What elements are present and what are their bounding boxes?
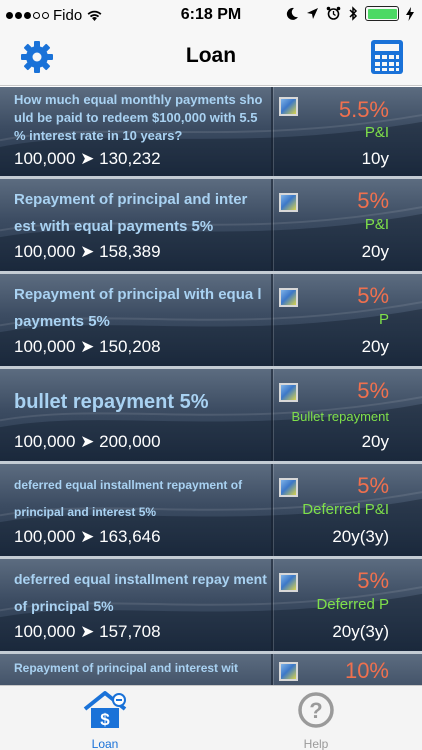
repayment-type: Deferred P	[316, 596, 389, 613]
loan-title: deferred equal installment repayment of …	[14, 478, 243, 519]
interest-rate: 5%	[357, 473, 389, 498]
loan-row[interactable]: deferred equal installment repay ment of…	[0, 559, 422, 654]
loan-row[interactable]: Repayment of principal and inter est wit…	[0, 179, 422, 274]
loan-row[interactable]: Repayment of principal with equa l payme…	[0, 274, 422, 369]
loan-row[interactable]: How much equal monthly payments sho uld …	[0, 87, 422, 179]
select-checkbox-icon[interactable]	[279, 193, 298, 212]
repayment-type: P	[378, 311, 389, 328]
interest-rate: 5%	[357, 378, 389, 403]
moon-icon	[286, 7, 298, 20]
location-arrow-icon	[307, 8, 318, 19]
svg-text:$: $	[100, 710, 110, 729]
select-checkbox-icon[interactable]	[279, 573, 298, 592]
tab-help[interactable]: ? Help	[266, 690, 366, 750]
status-right	[285, 6, 414, 21]
loan-amount: 100,000 ➤ 157,708	[14, 622, 161, 641]
tab-loan[interactable]: $ Loan	[55, 690, 155, 750]
tab-loan-label: Loan	[91, 737, 119, 750]
select-checkbox-icon[interactable]	[279, 288, 298, 307]
alarm-icon	[326, 6, 341, 20]
row-divider	[271, 369, 273, 461]
page-title: Loan	[185, 44, 237, 67]
row-divider	[271, 654, 273, 685]
row-divider	[271, 274, 273, 366]
loan-title: deferred equal installment repay ment of…	[14, 571, 267, 614]
loan-term: 20y(3y)	[332, 622, 389, 641]
loan-title: How much equal monthly payments sho uld …	[14, 92, 263, 143]
select-checkbox-icon[interactable]	[279, 97, 298, 116]
repayment-type: Bullet repayment	[291, 409, 389, 424]
row-divider	[271, 559, 273, 651]
bluetooth-icon	[349, 6, 358, 21]
tab-bar: $ Loan ? Help	[0, 685, 422, 750]
loan-title: Repayment of principal and interest wit	[14, 661, 239, 675]
navigation-bar: Loan	[0, 30, 422, 86]
loan-term: 20y	[361, 432, 389, 451]
loan-term: 20y	[361, 337, 389, 356]
select-checkbox-icon[interactable]	[279, 662, 298, 681]
loan-list[interactable]: How much equal monthly payments sho uld …	[0, 87, 422, 685]
charging-bolt-icon	[406, 6, 414, 21]
loan-title: bullet repayment 5%	[14, 391, 209, 413]
loan-title: Repayment of principal with equa l payme…	[14, 286, 262, 330]
select-checkbox-icon[interactable]	[279, 478, 298, 497]
house-dollar-icon: $	[83, 691, 127, 729]
help-question-icon: ?	[298, 692, 334, 728]
loan-row[interactable]: bullet repayment 5% 100,000 ➤ 200,000 5%…	[0, 369, 422, 464]
loan-row[interactable]: Repayment of principal and interest wit …	[0, 654, 422, 685]
loan-amount: 100,000 ➤ 200,000	[14, 432, 161, 451]
loan-amount: 100,000 ➤ 158,389	[14, 242, 161, 261]
repayment-type: Deferred P&I	[302, 501, 389, 518]
svg-text:?: ?	[309, 698, 322, 723]
interest-rate: 5%	[357, 568, 389, 593]
select-checkbox-icon[interactable]	[279, 383, 298, 402]
row-divider	[271, 464, 273, 556]
loan-term: 10y	[361, 149, 389, 168]
interest-rate: 5%	[357, 283, 389, 308]
status-bar: Fido 6:18 PM	[0, 0, 422, 30]
calculator-icon[interactable]	[370, 39, 404, 75]
loan-amount: 100,000 ➤ 130,232	[14, 149, 161, 168]
loan-term: 20y(3y)	[332, 527, 389, 546]
loan-term: 20y	[361, 242, 389, 261]
row-divider	[271, 179, 273, 271]
loan-row[interactable]: deferred equal installment repayment of …	[0, 464, 422, 559]
row-divider	[271, 87, 273, 176]
interest-rate: 10%	[344, 658, 389, 683]
loan-title: Repayment of principal and inter est wit…	[14, 191, 248, 235]
tab-help-label: Help	[303, 737, 329, 750]
battery-icon	[365, 6, 399, 21]
repayment-type: P&I	[364, 124, 389, 141]
repayment-type: P&I	[364, 216, 389, 233]
loan-amount: 100,000 ➤ 163,646	[14, 527, 161, 546]
interest-rate: 5%	[357, 188, 389, 213]
loan-amount: 100,000 ➤ 150,208	[14, 337, 161, 356]
interest-rate: 5.5%	[338, 97, 389, 122]
